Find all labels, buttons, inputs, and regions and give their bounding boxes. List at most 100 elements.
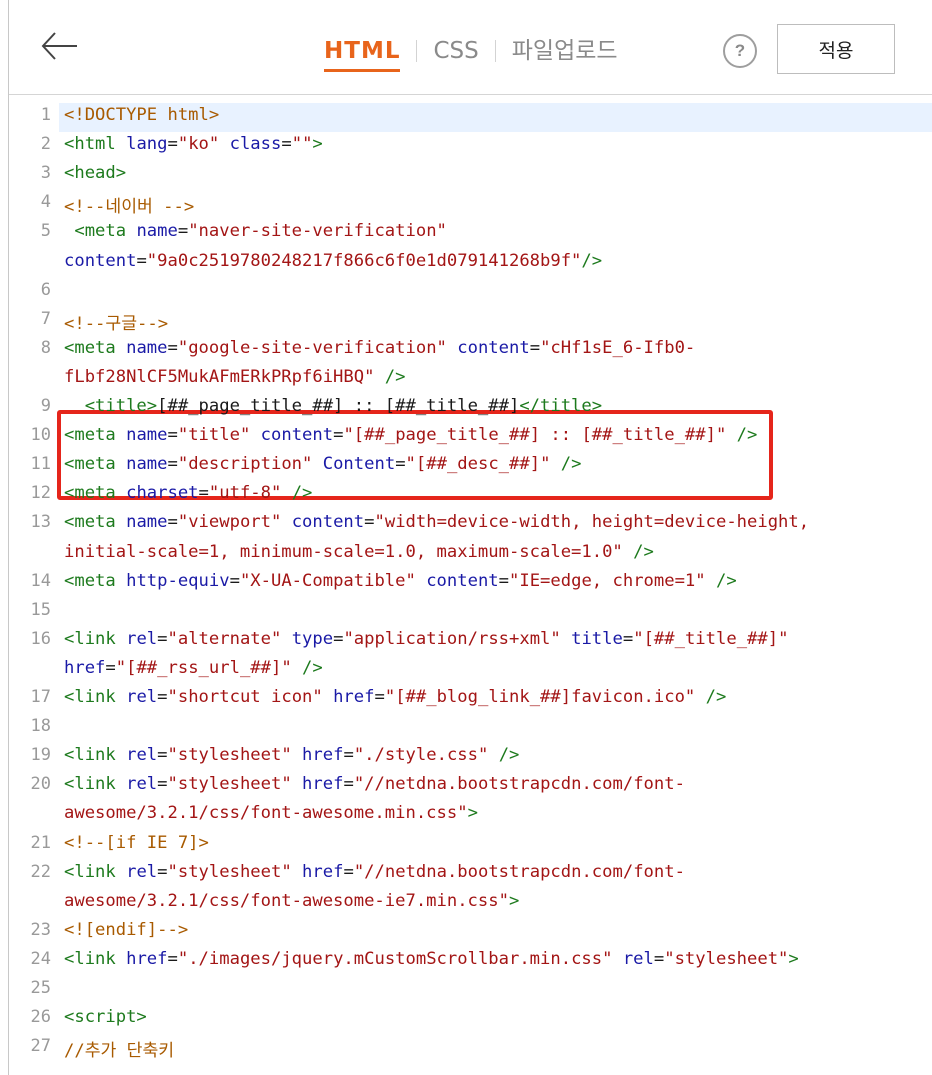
- line-number: 7: [40, 308, 51, 329]
- code-token: "//netdna.bootstrapcdn.com/font-: [353, 774, 685, 795]
- code-text: awesome/3.2.1/css/font-awesome-ie7.min.c…: [64, 891, 519, 911]
- code-token: <meta: [64, 425, 116, 446]
- code-token: />: [291, 657, 323, 678]
- code-token: rel: [115, 628, 158, 649]
- code-token: />: [488, 745, 520, 766]
- code-token: type: [281, 628, 334, 649]
- code-token: "[##_desc_##]": [405, 454, 551, 475]
- code-token: "title": [177, 425, 251, 446]
- code-token: =: [167, 337, 178, 358]
- line-number: 24: [30, 948, 51, 969]
- code-token: =: [157, 687, 168, 707]
- code-token: <link: [64, 948, 116, 969]
- code-token: lang: [115, 134, 168, 155]
- code-token: =: [653, 948, 665, 969]
- line-number: 16: [30, 628, 51, 649]
- line-number: 1: [40, 105, 51, 125]
- code-token: "width=device-width, height=device-heigh…: [374, 512, 810, 533]
- code-token: "naver-site-verification": [188, 221, 447, 242]
- code-token: />: [581, 250, 603, 271]
- code-token: fLbf28NlCF5MukAFmERkPRpf6iHBQ": [64, 366, 375, 387]
- line-number: 20: [30, 774, 51, 795]
- code-text: <link rel="stylesheet" href="//netdna.bo…: [64, 774, 685, 794]
- code-token: "X-UA-Compatible": [239, 570, 416, 591]
- code-token: <meta: [64, 337, 116, 358]
- code-token: name: [115, 337, 168, 358]
- tab-divider: [416, 40, 418, 62]
- code-text: <!--[if IE 7]>: [64, 833, 209, 853]
- back-button[interactable]: [39, 24, 83, 68]
- line-number: 27: [30, 1036, 51, 1057]
- code-token: =: [157, 774, 168, 795]
- code-token: rel: [115, 861, 158, 882]
- code-token: <!--[if IE 7]>: [64, 832, 209, 853]
- code-text: <link rel="stylesheet" href="//netdna.bo…: [64, 862, 685, 882]
- code-token: "//netdna.bootstrapcdn.com/font-: [353, 861, 685, 882]
- code-token: content: [446, 337, 530, 358]
- tab-css[interactable]: CSS: [433, 36, 478, 66]
- code-token: "./images/jquery.mCustomScrollbar.min.cs…: [177, 948, 613, 969]
- code-token: =: [281, 134, 292, 155]
- code-token: >: [508, 890, 520, 911]
- code-token: =: [343, 745, 354, 766]
- code-editor[interactable]: 1 <!DOCTYPE html> 2 <html lang="ko" class="…: [9, 100, 932, 1075]
- code-token: "stylesheet": [664, 948, 789, 969]
- code-token: =: [529, 337, 541, 358]
- code-token: />: [695, 687, 727, 707]
- code-token: content: [64, 250, 137, 271]
- code-token: Content: [312, 454, 396, 475]
- code-text: <meta name="description" Content="[##_de…: [64, 454, 581, 474]
- code-token: "google-site-verification": [177, 337, 447, 358]
- tab-html[interactable]: HTML: [324, 36, 401, 72]
- line-number: 25: [30, 978, 51, 998]
- arrow-left-icon: [41, 32, 77, 60]
- code-token: "[##_title_##]": [633, 628, 789, 649]
- code-token: name: [115, 512, 168, 533]
- code-token: name: [115, 454, 168, 475]
- code-token: =: [167, 134, 178, 155]
- code-token: name: [115, 425, 168, 446]
- code-text: fLbf28NlCF5MukAFmERkPRpf6iHBQ" />: [64, 367, 405, 387]
- code-token: "utf-8": [208, 483, 282, 504]
- code-token: "cHf1sE_6-Ifb0-: [540, 337, 696, 358]
- line-number: 11: [30, 454, 51, 475]
- line-number: 9: [40, 396, 51, 416]
- code-token: =: [105, 657, 116, 678]
- code-text: <head>: [64, 163, 126, 183]
- code-token: >: [467, 803, 478, 824]
- code-token: =: [157, 628, 168, 649]
- help-button[interactable]: ?: [723, 34, 757, 68]
- code-token: class: [219, 134, 282, 155]
- code-token: =: [167, 454, 178, 475]
- line-number: 18: [30, 716, 51, 737]
- code-text: <html lang="ko" class="">: [64, 134, 323, 154]
- tab-file-upload[interactable]: 파일업로드: [512, 36, 618, 66]
- line-number: 21: [30, 832, 51, 853]
- code-token: <meta: [64, 454, 116, 475]
- code-token: charset: [115, 483, 199, 504]
- code-token: <link: [64, 774, 116, 795]
- code-text: <meta name="google-site-verification" co…: [64, 338, 695, 358]
- code-token: href: [291, 774, 344, 795]
- code-token: =: [364, 512, 375, 533]
- code-text: <link rel="alternate" type="application/…: [64, 629, 788, 649]
- code-token: <meta: [64, 570, 116, 591]
- code-token: http-equiv: [115, 570, 230, 591]
- code-token: awesome/3.2.1/css/font-awesome-ie7.min.c…: [64, 890, 509, 911]
- code-token: "[##_rss_url_##]": [115, 657, 292, 678]
- line-number: 2: [40, 134, 51, 155]
- line-number: 17: [30, 687, 51, 707]
- code-token: =: [167, 425, 178, 446]
- code-token: "[##_page_title_##] :: [##_title_##]": [343, 425, 727, 446]
- code-token: "application/rss+xml": [343, 628, 561, 649]
- code-token: "./style.css": [353, 745, 489, 766]
- code-token: "ko": [177, 134, 220, 155]
- code-token: <!--구글-->: [64, 313, 169, 334]
- code-token: <!DOCTYPE html>: [64, 105, 220, 125]
- code-token: href: [291, 861, 344, 882]
- code-token: href: [115, 948, 168, 969]
- code-text: href="[##_rss_url_##]" />: [64, 658, 323, 678]
- code-token: "viewport": [177, 512, 282, 533]
- line-number: 23: [30, 919, 51, 940]
- apply-button[interactable]: 적용: [777, 24, 895, 74]
